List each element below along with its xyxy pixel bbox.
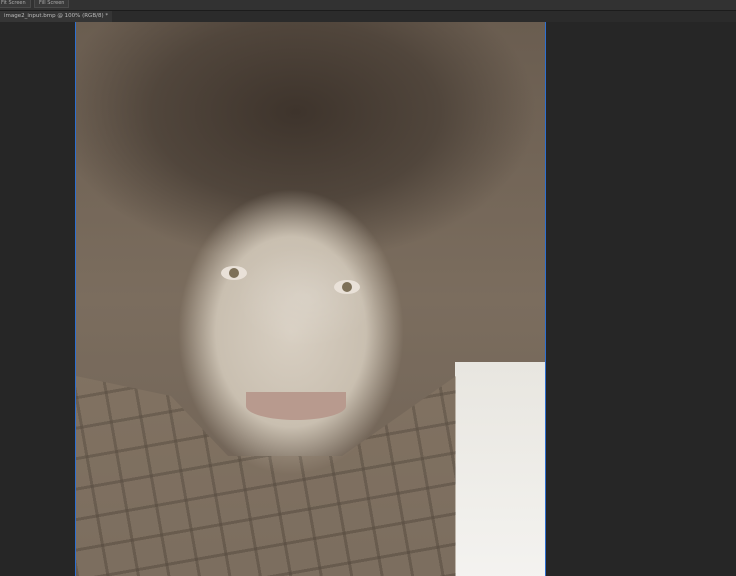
photo-mouth <box>246 392 346 420</box>
photo-paper-edge <box>455 362 545 576</box>
document-tab[interactable]: image2_input.bmp @ 100% (RGB/8) * <box>0 11 113 22</box>
photo-right-eye <box>334 280 360 294</box>
image-canvas[interactable] <box>75 22 546 576</box>
document-tab-bar: image2_input.bmp @ 100% (RGB/8) * <box>0 11 736 22</box>
fit-screen-button[interactable]: Fit Screen <box>0 0 31 8</box>
photo-left-eye <box>221 266 247 280</box>
fill-screen-button[interactable]: Fill Screen <box>34 0 70 8</box>
options-bar: Fit Screen Fill Screen <box>0 0 736 11</box>
